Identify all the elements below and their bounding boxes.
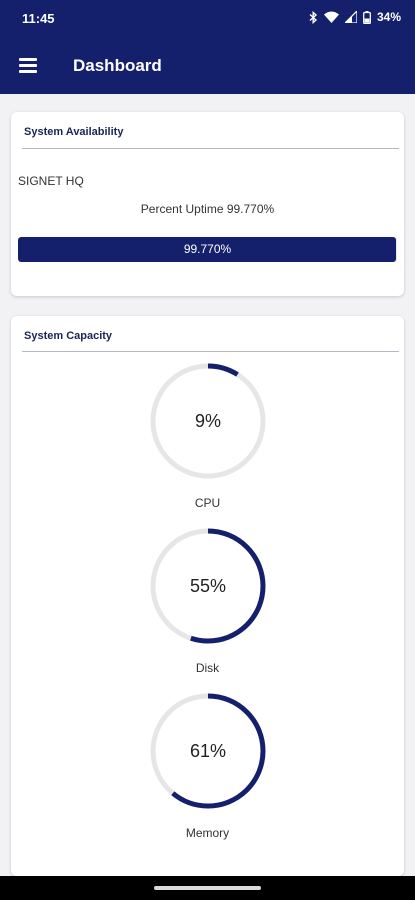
cpu-gauge-label: CPU (194, 496, 221, 510)
capacity-card-title: System Capacity (24, 330, 113, 342)
disk-gauge: 55% (149, 527, 267, 645)
page-title: Dashboard (73, 56, 162, 75)
system-navigation-bar (0, 876, 415, 900)
status-bar: 11:45 34% (0, 0, 415, 36)
availability-card-title: System Availability (24, 126, 124, 138)
memory-gauge: 61% (149, 692, 267, 810)
signal-icon (344, 11, 357, 23)
uptime-text: Percent Uptime 99.770% (140, 202, 275, 216)
memory-gauge-label: Memory (185, 826, 230, 840)
site-name: SIGNET HQ (18, 174, 84, 188)
wifi-icon (323, 11, 339, 23)
hamburger-menu-icon[interactable] (16, 54, 42, 76)
system-capacity-card: System Capacity 9% CPU 55% Disk 61% Memo… (11, 316, 404, 876)
memory-gauge-value: 61% (189, 741, 227, 761)
status-icons: 34% (309, 10, 401, 24)
battery-icon (363, 10, 371, 24)
cpu-gauge: 9% (149, 362, 267, 480)
cpu-gauge-value: 9% (194, 411, 221, 431)
uptime-progress-label: 99.770% (183, 242, 232, 256)
card-divider (22, 351, 399, 352)
disk-gauge-label: Disk (195, 661, 220, 675)
disk-gauge-value: 55% (189, 576, 227, 596)
card-divider (22, 148, 399, 149)
system-availability-card: System Availability SIGNET HQ Percent Up… (11, 112, 404, 296)
bluetooth-icon (309, 10, 318, 24)
app-bar: Dashboard (0, 36, 415, 94)
home-gesture-handle[interactable] (154, 886, 261, 890)
status-time: 11:45 (22, 11, 55, 26)
uptime-progress-bar: 99.770% (18, 237, 397, 262)
battery-percent: 34% (376, 10, 401, 24)
